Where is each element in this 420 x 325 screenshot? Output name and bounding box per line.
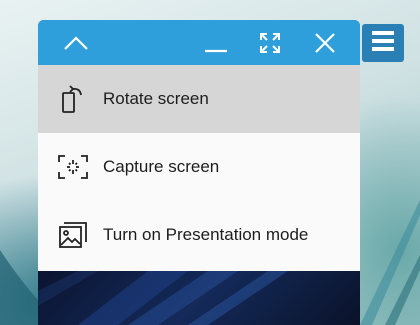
expand-icon: [259, 32, 281, 54]
mirrored-screen-preview: [38, 271, 360, 325]
close-button[interactable]: [303, 20, 347, 65]
menu-item-rotate-screen[interactable]: Rotate screen: [38, 65, 360, 133]
menu-item-capture-screen[interactable]: Capture screen: [38, 133, 360, 201]
minimize-icon: [204, 31, 228, 55]
menu-item-label: Capture screen: [103, 157, 220, 176]
minimize-button[interactable]: [194, 20, 238, 65]
collapse-button[interactable]: [54, 20, 98, 65]
menu-item-presentation-mode[interactable]: Turn on Presentation mode: [38, 201, 360, 269]
side-menu-button[interactable]: [362, 24, 404, 62]
menu-item-label: Turn on Presentation mode: [103, 225, 309, 244]
options-menu: Rotate screen Capture screen Turn on Pre…: [38, 65, 360, 271]
menu-list-icon: [372, 30, 394, 56]
capture-screen-icon: [58, 152, 88, 182]
fullscreen-button[interactable]: [248, 20, 292, 65]
chevron-up-icon: [63, 35, 89, 51]
rotate-screen-icon: [58, 84, 88, 114]
window-titlebar[interactable]: [38, 20, 360, 65]
floating-window: Rotate screen Capture screen Turn on Pre…: [38, 20, 360, 325]
menu-item-label: Rotate screen: [103, 89, 209, 108]
close-icon: [314, 32, 336, 54]
presentation-icon: [58, 220, 88, 250]
